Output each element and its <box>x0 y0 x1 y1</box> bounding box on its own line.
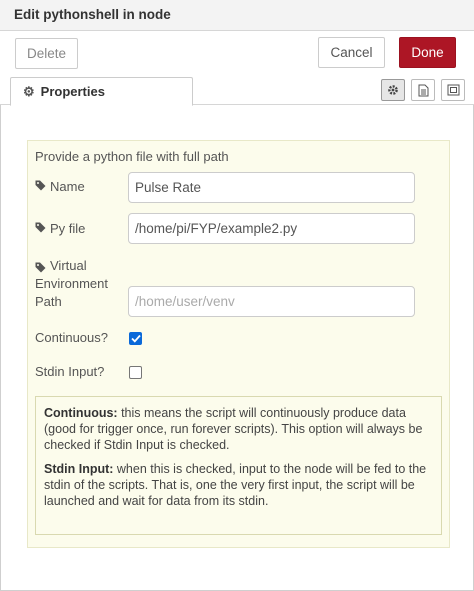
tag-icon <box>35 179 46 194</box>
done-button[interactable]: Done <box>399 37 456 68</box>
dialog-toolbar: Delete Cancel Done <box>0 31 474 75</box>
stdin-label: Stdin Input? <box>35 364 105 379</box>
tab-properties[interactable]: ⚙ Properties <box>10 77 193 106</box>
gear-icon: ⚙ <box>23 83 35 99</box>
tag-icon <box>35 221 46 236</box>
node-settings-button[interactable] <box>381 79 405 101</box>
pyfile-label: Py file <box>35 221 85 236</box>
node-appearance-button[interactable] <box>441 79 465 101</box>
help-continuous: Continuous: this means the script will c… <box>44 406 423 452</box>
cancel-button[interactable]: Cancel <box>318 37 385 68</box>
dialog-header: Edit pythonshell in node <box>0 0 474 31</box>
delete-button[interactable]: Delete <box>15 38 78 69</box>
document-icon <box>418 84 428 96</box>
dialog-title: Edit pythonshell in node <box>14 7 171 22</box>
venv-path-field[interactable] <box>128 286 415 317</box>
name-field[interactable] <box>128 172 415 203</box>
help-stdin: Stdin Input: when this is checked, input… <box>44 462 427 508</box>
node-description-button[interactable] <box>411 79 435 101</box>
continuous-label: Continuous? <box>35 330 108 345</box>
venv-label: Virtual Environment Path <box>35 258 108 309</box>
tab-properties-label: Properties <box>40 84 105 99</box>
tab-bar: ⚙ Properties <box>0 75 474 106</box>
gear-icon <box>388 85 398 95</box>
continuous-checkbox[interactable] <box>129 332 142 345</box>
help-box: Continuous: this means the script will c… <box>35 396 442 535</box>
pyfile-field[interactable] <box>128 213 415 244</box>
frame-icon <box>447 84 459 96</box>
checkmark-icon <box>130 334 141 343</box>
stdin-checkbox[interactable] <box>129 366 142 379</box>
intro-text: Provide a python file with full path <box>35 149 229 164</box>
name-label: Name <box>35 179 85 194</box>
